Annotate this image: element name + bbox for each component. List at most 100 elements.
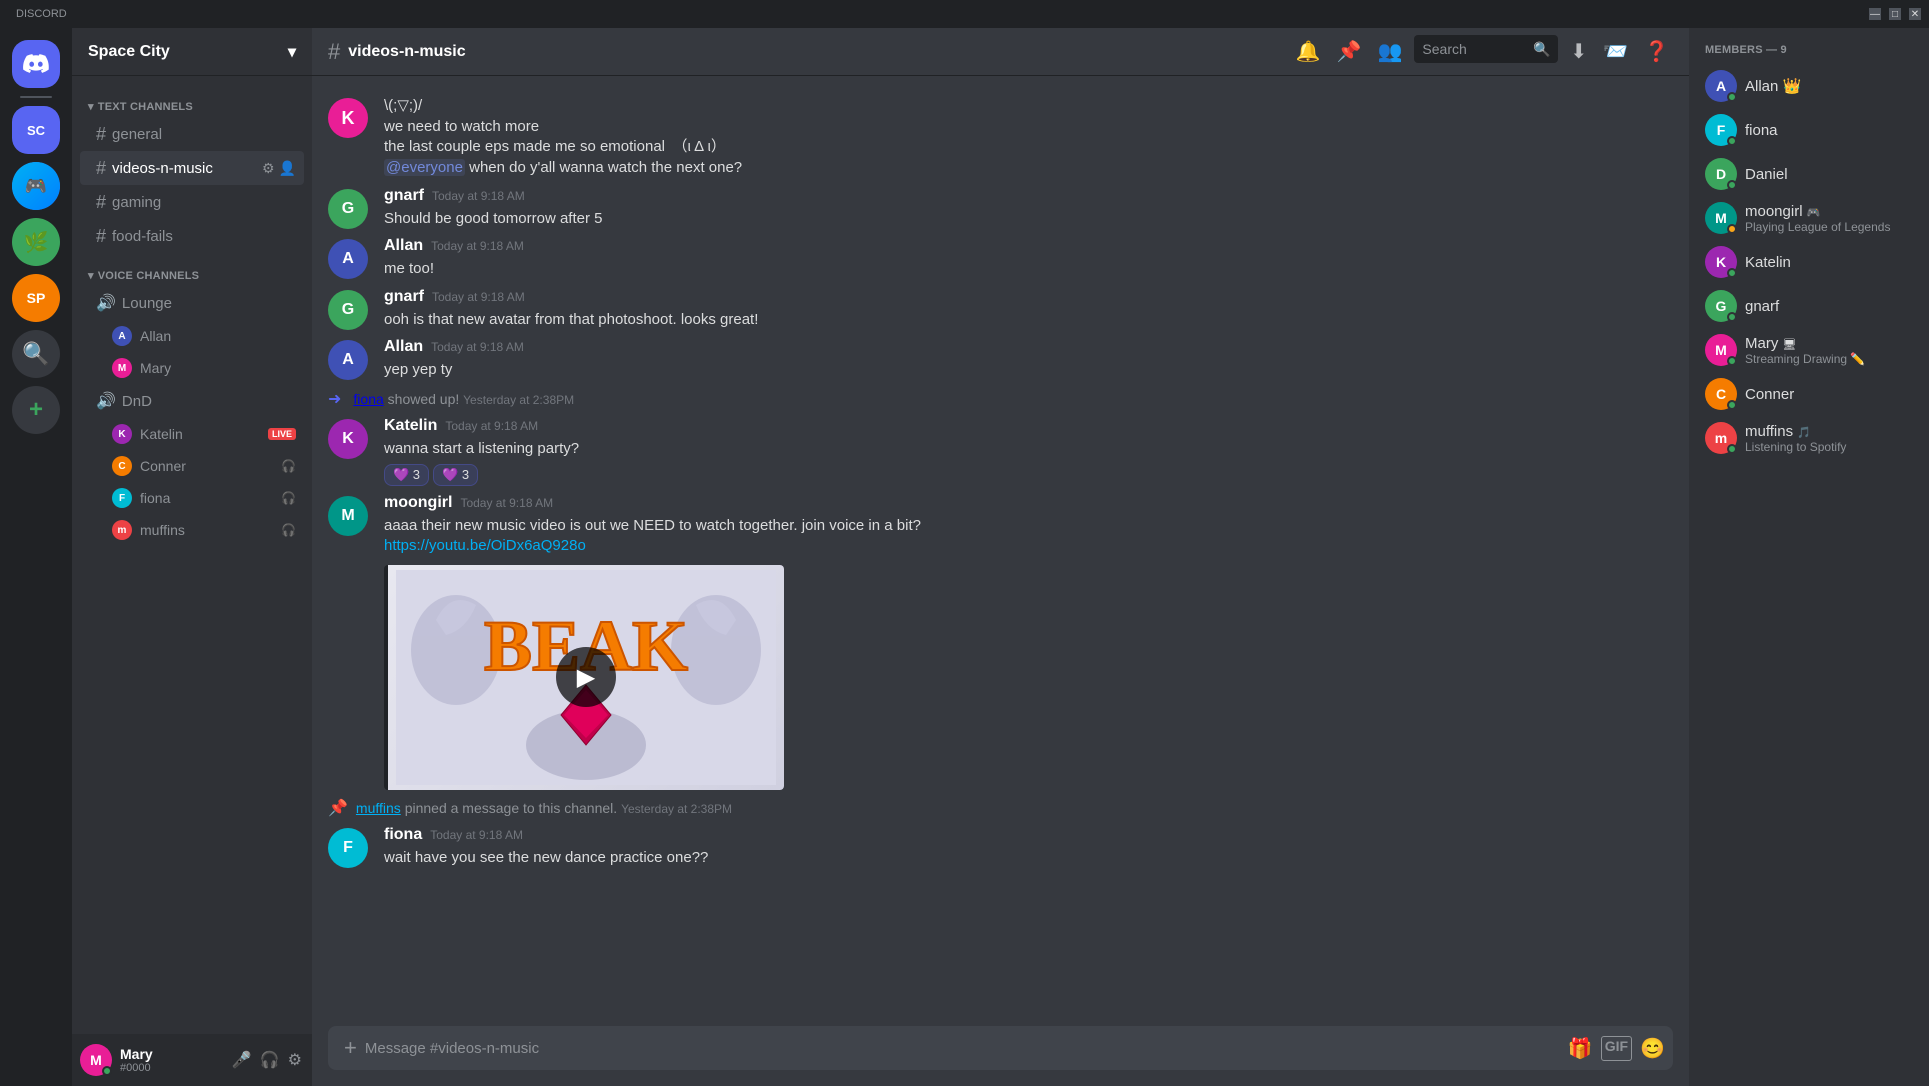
channel-videos-n-music-name: videos-n-music (112, 160, 256, 177)
server-icon-3[interactable]: 🌿 (12, 218, 60, 266)
titlebar: DISCORD — □ ✕ (0, 0, 1929, 28)
system-text-fiona: fiona showed up! Yesterday at 2:38PM (353, 391, 574, 407)
game-controller-icon: 🎮 (1807, 207, 1821, 219)
voice-channels-header[interactable]: ▾ VOICE CHANNELS (72, 253, 312, 286)
current-user-avatar-wrap: M (80, 1044, 112, 1076)
pin-icon: 📌 (328, 798, 348, 818)
add-server-button[interactable]: + (12, 386, 60, 434)
member-avatar-wrap-daniel: D (1705, 158, 1737, 190)
voice-member-mary[interactable]: M Mary (80, 352, 304, 384)
user-settings-button[interactable]: ⚙ (286, 1048, 304, 1072)
member-item-daniel[interactable]: D Daniel (1697, 152, 1921, 196)
avatar-allan-2: A (328, 340, 368, 380)
member-item-conner[interactable]: C Conner (1697, 372, 1921, 416)
members-sidebar: MEMBERS — 9 A Allan 👑 F fiona D (1689, 28, 1929, 1086)
member-item-allan[interactable]: A Allan 👑 (1697, 64, 1921, 108)
channel-videos-n-music[interactable]: # videos-n-music ⚙ 👤 (80, 151, 304, 185)
message-content-gnarf-1: gnarf Today at 9:18 AM Should be good to… (384, 187, 1673, 230)
crown-icon: 👑 (1783, 78, 1802, 95)
member-avatar-wrap-katelin: K (1705, 246, 1737, 278)
youtube-link[interactable]: https://youtu.be/OiDx6aQ928o (384, 537, 586, 554)
pinned-messages-icon[interactable]: 📌 (1333, 35, 1366, 68)
server-icon-4[interactable]: SP (12, 274, 60, 322)
message-group-katelin: K Katelin Today at 9:18 AM wanna start a… (312, 413, 1689, 490)
channel-add-member-icon[interactable]: 👤 (279, 160, 296, 177)
member-activity-mary: Streaming Drawing ✏️ (1745, 352, 1913, 366)
text-channels-header[interactable]: ▾ TEXT CHANNELS (72, 84, 312, 117)
voice-channel-dnd[interactable]: 🔊 DnD (80, 384, 304, 418)
minimize-button[interactable]: — (1869, 8, 1881, 20)
muffins-link-pin[interactable]: muffins (356, 800, 401, 816)
mute-button[interactable]: 🎤 (230, 1048, 254, 1072)
voice-member-muffins[interactable]: m muffins 🎧 (80, 514, 304, 546)
message-timestamp-gnarf-2: Today at 9:18 AM (432, 290, 525, 304)
notifications-icon[interactable]: 🔔 (1292, 35, 1325, 68)
search-box[interactable]: 🔍 (1414, 35, 1558, 63)
message-text-gnarf-1: Should be good tomorrow after 5 (384, 209, 1673, 230)
reaction-heart-2[interactable]: 💜 3 (433, 464, 478, 486)
server-icon-2[interactable]: 🎮 (12, 162, 60, 210)
channel-general[interactable]: # general (80, 117, 304, 151)
message-text-allan-1: me too! (384, 259, 1673, 280)
gift-icon[interactable]: 🎁 (1568, 1036, 1593, 1061)
attach-button[interactable]: + (344, 1035, 357, 1061)
message-header-moongirl: moongirl Today at 9:18 AM (384, 494, 1673, 512)
voice-member-allan[interactable]: A Allan (80, 320, 304, 352)
member-name-katelin: Katelin (1745, 254, 1913, 271)
reaction-heart-1[interactable]: 💜 3 (384, 464, 429, 486)
inbox-icon[interactable]: 📨 (1599, 35, 1632, 68)
message-input-area: + 🎁 GIF 😊 (312, 1026, 1689, 1086)
message-timestamp-gnarf-1: Today at 9:18 AM (432, 189, 525, 203)
message-input-box: + 🎁 GIF 😊 (328, 1026, 1673, 1070)
search-input[interactable] (1422, 41, 1529, 57)
channel-settings-icon[interactable]: ⚙ (262, 160, 275, 177)
speaker-icon: 🔊 (96, 293, 116, 313)
member-item-gnarf[interactable]: G gnarf (1697, 284, 1921, 328)
message-input[interactable] (365, 1040, 1560, 1057)
main-chat-area: # videos-n-music 🔔 📌 👥 🔍 ⬇ 📨 ❓ K (312, 28, 1689, 1086)
voice-member-fiona[interactable]: F fiona 🎧 (80, 482, 304, 514)
server-icon-space-city[interactable]: SC (12, 106, 60, 154)
gif-button[interactable]: GIF (1601, 1036, 1632, 1061)
play-button[interactable]: ▶ (556, 647, 616, 707)
server-header[interactable]: Space City ▾ (72, 28, 312, 76)
video-thumbnail[interactable]: BEAK ▶ (388, 565, 784, 790)
fiona-link-system[interactable]: fiona (353, 391, 383, 407)
member-item-moongirl[interactable]: M moongirl 🎮 Playing League of Legends (1697, 196, 1921, 240)
member-name-daniel: Daniel (1745, 166, 1913, 183)
message-header-fiona: fiona Today at 9:18 AM (384, 826, 1673, 844)
voice-member-katelin[interactable]: K Katelin LIVE (80, 418, 304, 450)
headphones-icon-fiona: 🎧 (281, 491, 296, 505)
member-status-conner (1727, 400, 1737, 410)
message-timestamp-moongirl: Today at 9:18 AM (460, 496, 553, 510)
message-header-gnarf-1: gnarf Today at 9:18 AM (384, 187, 1673, 205)
message-header-katelin: Katelin Today at 9:18 AM (384, 417, 1673, 435)
member-item-katelin[interactable]: K Katelin (1697, 240, 1921, 284)
headphones-icon: 🎧 (281, 459, 296, 473)
member-name-fiona: fiona (1745, 122, 1913, 139)
member-item-mary[interactable]: M Mary 🖥 Streaming Drawing ✏️ (1697, 328, 1921, 372)
channel-gaming[interactable]: # gaming (80, 185, 304, 219)
discord-home-icon[interactable] (12, 40, 60, 88)
voice-member-conner[interactable]: C Conner 🎧 (80, 450, 304, 482)
voice-channel-lounge[interactable]: 🔊 Lounge (80, 286, 304, 320)
member-item-fiona[interactable]: F fiona (1697, 108, 1921, 152)
download-icon[interactable]: ⬇ (1566, 35, 1591, 68)
server-icon-search[interactable]: 🔍 (12, 330, 60, 378)
member-item-muffins[interactable]: m muffins 🎵 Listening to Spotify (1697, 416, 1921, 460)
message-header-gnarf-2: gnarf Today at 9:18 AM (384, 288, 1673, 306)
message-author-gnarf-2: gnarf (384, 288, 424, 306)
member-list-icon[interactable]: 👥 (1374, 35, 1407, 68)
maximize-button[interactable]: □ (1889, 8, 1901, 20)
help-icon[interactable]: ❓ (1640, 35, 1673, 68)
close-button[interactable]: ✕ (1909, 8, 1921, 20)
message-header-allan-2: Allan Today at 9:18 AM (384, 338, 1673, 356)
member-avatar-wrap-allan: A (1705, 70, 1737, 102)
deafen-button[interactable]: 🎧 (258, 1048, 282, 1072)
channel-food-fails[interactable]: # food-fails (80, 219, 304, 253)
message-group-allan-2: A Allan Today at 9:18 AM yep yep ty (312, 334, 1689, 385)
message-group-gnarf-2: G gnarf Today at 9:18 AM ooh is that new… (312, 284, 1689, 335)
message-group-gnarf-1: G gnarf Today at 9:18 AM Should be good … (312, 183, 1689, 234)
message-timestamp-allan-2: Today at 9:18 AM (431, 340, 524, 354)
emoji-button[interactable]: 😊 (1640, 1036, 1665, 1061)
